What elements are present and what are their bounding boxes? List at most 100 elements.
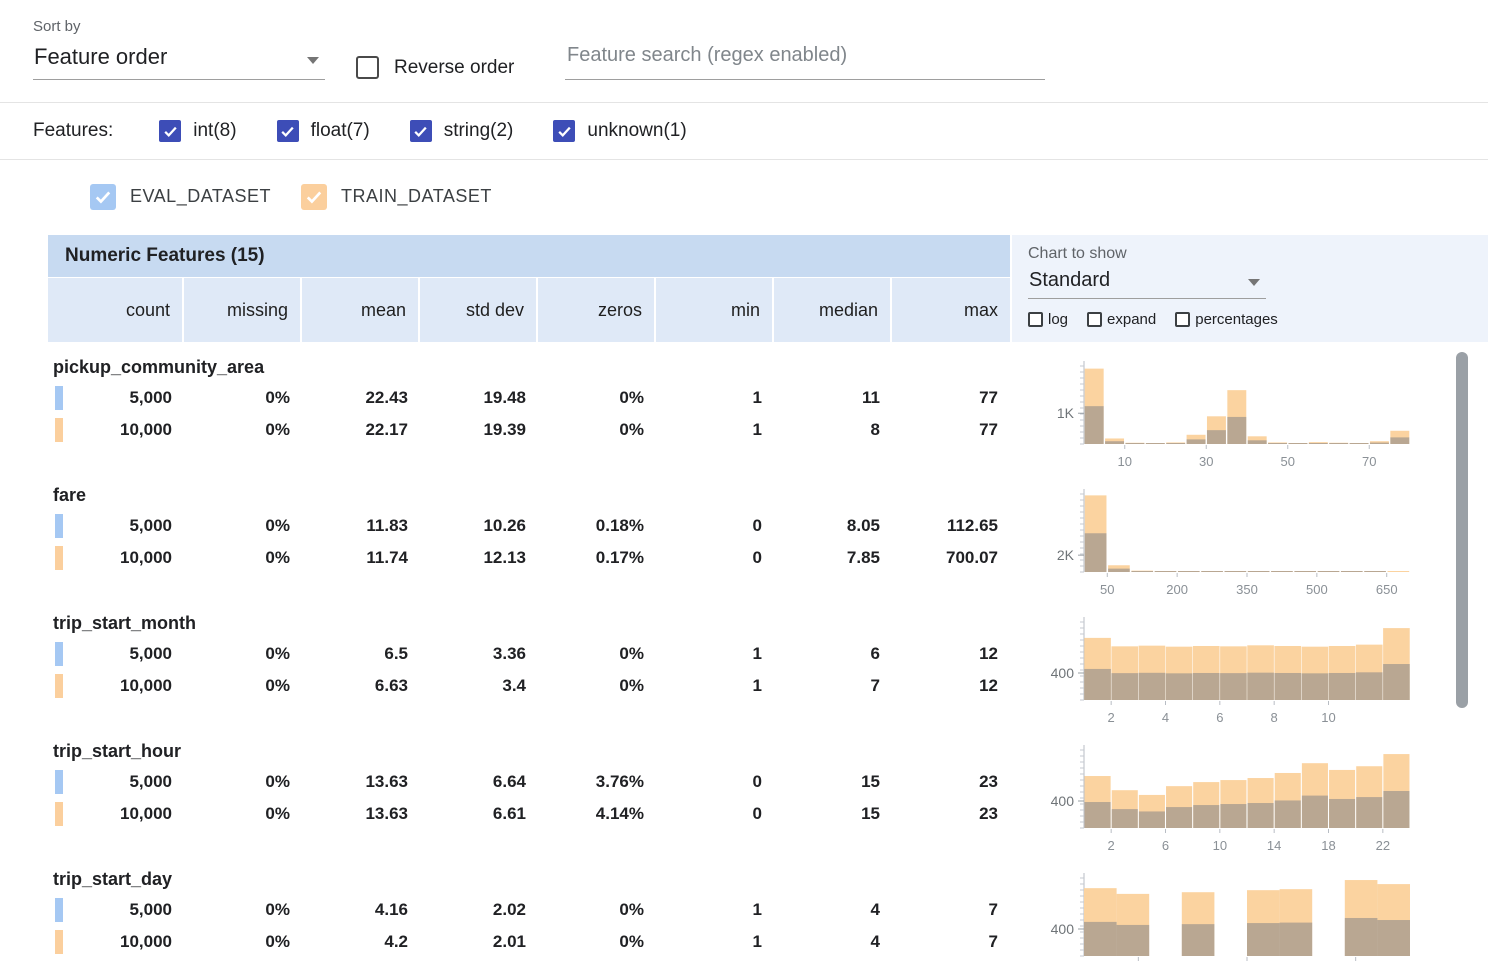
filter-unknown[interactable]: unknown(1) (553, 120, 686, 142)
stat-count: 10,000 (66, 676, 184, 696)
train-dataset-swatch (55, 802, 63, 826)
feature-search-input[interactable] (565, 44, 1045, 80)
histogram-chart[interactable]: 400246 (1022, 870, 1424, 968)
stat-max: 23 (892, 772, 1010, 792)
stat-count: 10,000 (66, 932, 184, 952)
stat-zeros: 0.17% (538, 548, 656, 568)
filter-int[interactable]: int(8) (159, 120, 236, 142)
unknown-label: unknown(1) (587, 120, 686, 142)
stat-median: 7.85 (774, 548, 892, 568)
check-icon (412, 123, 429, 140)
chart-to-show-label: Chart to show (1028, 245, 1488, 263)
stat-mean: 22.17 (302, 420, 420, 440)
stat-min: 0 (656, 804, 774, 824)
log-toggle[interactable]: log (1028, 311, 1068, 328)
stat-count: 5,000 (66, 388, 184, 408)
stat-max: 77 (892, 420, 1010, 440)
unknown-checkbox[interactable] (553, 120, 575, 142)
int-checkbox[interactable] (159, 120, 181, 142)
stat-std_dev: 10.26 (420, 516, 538, 536)
svg-text:14: 14 (1267, 838, 1281, 853)
train-dataset-swatch (55, 930, 63, 954)
stat-missing: 0% (184, 932, 302, 952)
stat-max: 12 (892, 644, 1010, 664)
column-header-missing: missing (184, 278, 302, 342)
stat-max: 700.07 (892, 548, 1010, 568)
stat-max: 12 (892, 676, 1010, 696)
float-label: float(7) (311, 120, 370, 142)
stat-mean: 6.5 (302, 644, 420, 664)
float-checkbox[interactable] (277, 120, 299, 142)
log-checkbox[interactable] (1028, 312, 1043, 327)
column-header-max: max (892, 278, 1010, 342)
stat-zeros: 0.18% (538, 516, 656, 536)
train-dataset-swatch (55, 418, 63, 442)
stat-missing: 0% (184, 676, 302, 696)
column-header-min: min (656, 278, 774, 342)
check-icon (556, 123, 573, 140)
chevron-down-icon (1248, 279, 1260, 286)
stat-min: 0 (656, 772, 774, 792)
stat-min: 1 (656, 420, 774, 440)
svg-text:500: 500 (1306, 582, 1328, 597)
stat-mean: 4.16 (302, 900, 420, 920)
histogram-chart[interactable]: 1K10305070 (1022, 358, 1424, 483)
stat-min: 0 (656, 548, 774, 568)
eval-dataset-swatch (55, 386, 63, 410)
stat-count: 5,000 (66, 516, 184, 536)
stat-median: 15 (774, 772, 892, 792)
stat-median: 15 (774, 804, 892, 824)
chart-controls: Chart to show Standard log expand (1012, 235, 1488, 342)
stat-mean: 4.2 (302, 932, 420, 952)
reverse-order-toggle[interactable]: Reverse order (356, 56, 514, 79)
sort-by-select[interactable]: Feature order (33, 44, 325, 80)
stat-max: 77 (892, 388, 1010, 408)
filter-string[interactable]: string(2) (410, 120, 514, 142)
stat-zeros: 0% (538, 644, 656, 664)
chart-type-select[interactable]: Standard (1028, 269, 1266, 299)
stat-count: 5,000 (66, 772, 184, 792)
stat-mean: 22.43 (302, 388, 420, 408)
vertical-scrollbar[interactable] (1456, 352, 1468, 708)
eval-dataset-checkbox[interactable] (90, 184, 116, 210)
reverse-order-label: Reverse order (394, 57, 514, 79)
train-dataset-checkbox[interactable] (301, 184, 327, 210)
stat-std_dev: 2.02 (420, 900, 538, 920)
svg-text:6: 6 (1162, 838, 1169, 853)
table-title: Numeric Features (15) (48, 235, 1010, 277)
eval-dataset-toggle[interactable]: EVAL_DATASET (90, 184, 271, 210)
string-checkbox[interactable] (410, 120, 432, 142)
facets-overview: Sort by Feature order Reverse order Feat… (0, 0, 1488, 968)
expand-toggle[interactable]: expand (1087, 311, 1156, 328)
feature-list: pickup_community_area5,0000%22.4319.480%… (0, 342, 1488, 968)
stat-std_dev: 6.61 (420, 804, 538, 824)
filter-float[interactable]: float(7) (277, 120, 370, 142)
expand-checkbox[interactable] (1087, 312, 1102, 327)
stat-max: 7 (892, 900, 1010, 920)
check-icon (162, 123, 179, 140)
stat-std_dev: 3.36 (420, 644, 538, 664)
percentages-toggle[interactable]: percentages (1175, 311, 1278, 328)
histogram-chart[interactable]: 2K50200350500650 (1022, 486, 1424, 611)
stat-min: 1 (656, 644, 774, 664)
train-dataset-swatch (55, 546, 63, 570)
histogram-chart[interactable]: 400246810 (1022, 614, 1424, 739)
svg-text:2K: 2K (1057, 547, 1075, 563)
stat-min: 1 (656, 388, 774, 408)
sort-by-value: Feature order (34, 44, 167, 69)
histogram-chart[interactable]: 4002610141822 (1022, 742, 1424, 867)
svg-text:8: 8 (1271, 710, 1278, 725)
svg-text:70: 70 (1362, 454, 1376, 469)
reverse-order-checkbox[interactable] (356, 56, 379, 79)
percentages-label: percentages (1195, 311, 1278, 328)
train-dataset-swatch (55, 674, 63, 698)
dataset-legend: EVAL_DATASET TRAIN_DATASET (0, 160, 1488, 216)
eval-dataset-label: EVAL_DATASET (130, 186, 271, 207)
eval-dataset-swatch (55, 642, 63, 666)
train-dataset-toggle[interactable]: TRAIN_DATASET (301, 184, 492, 210)
percentages-checkbox[interactable] (1175, 312, 1190, 327)
stat-missing: 0% (184, 772, 302, 792)
chart-toggles: log expand percentages (1028, 311, 1488, 328)
stat-missing: 0% (184, 516, 302, 536)
stat-median: 4 (774, 932, 892, 952)
